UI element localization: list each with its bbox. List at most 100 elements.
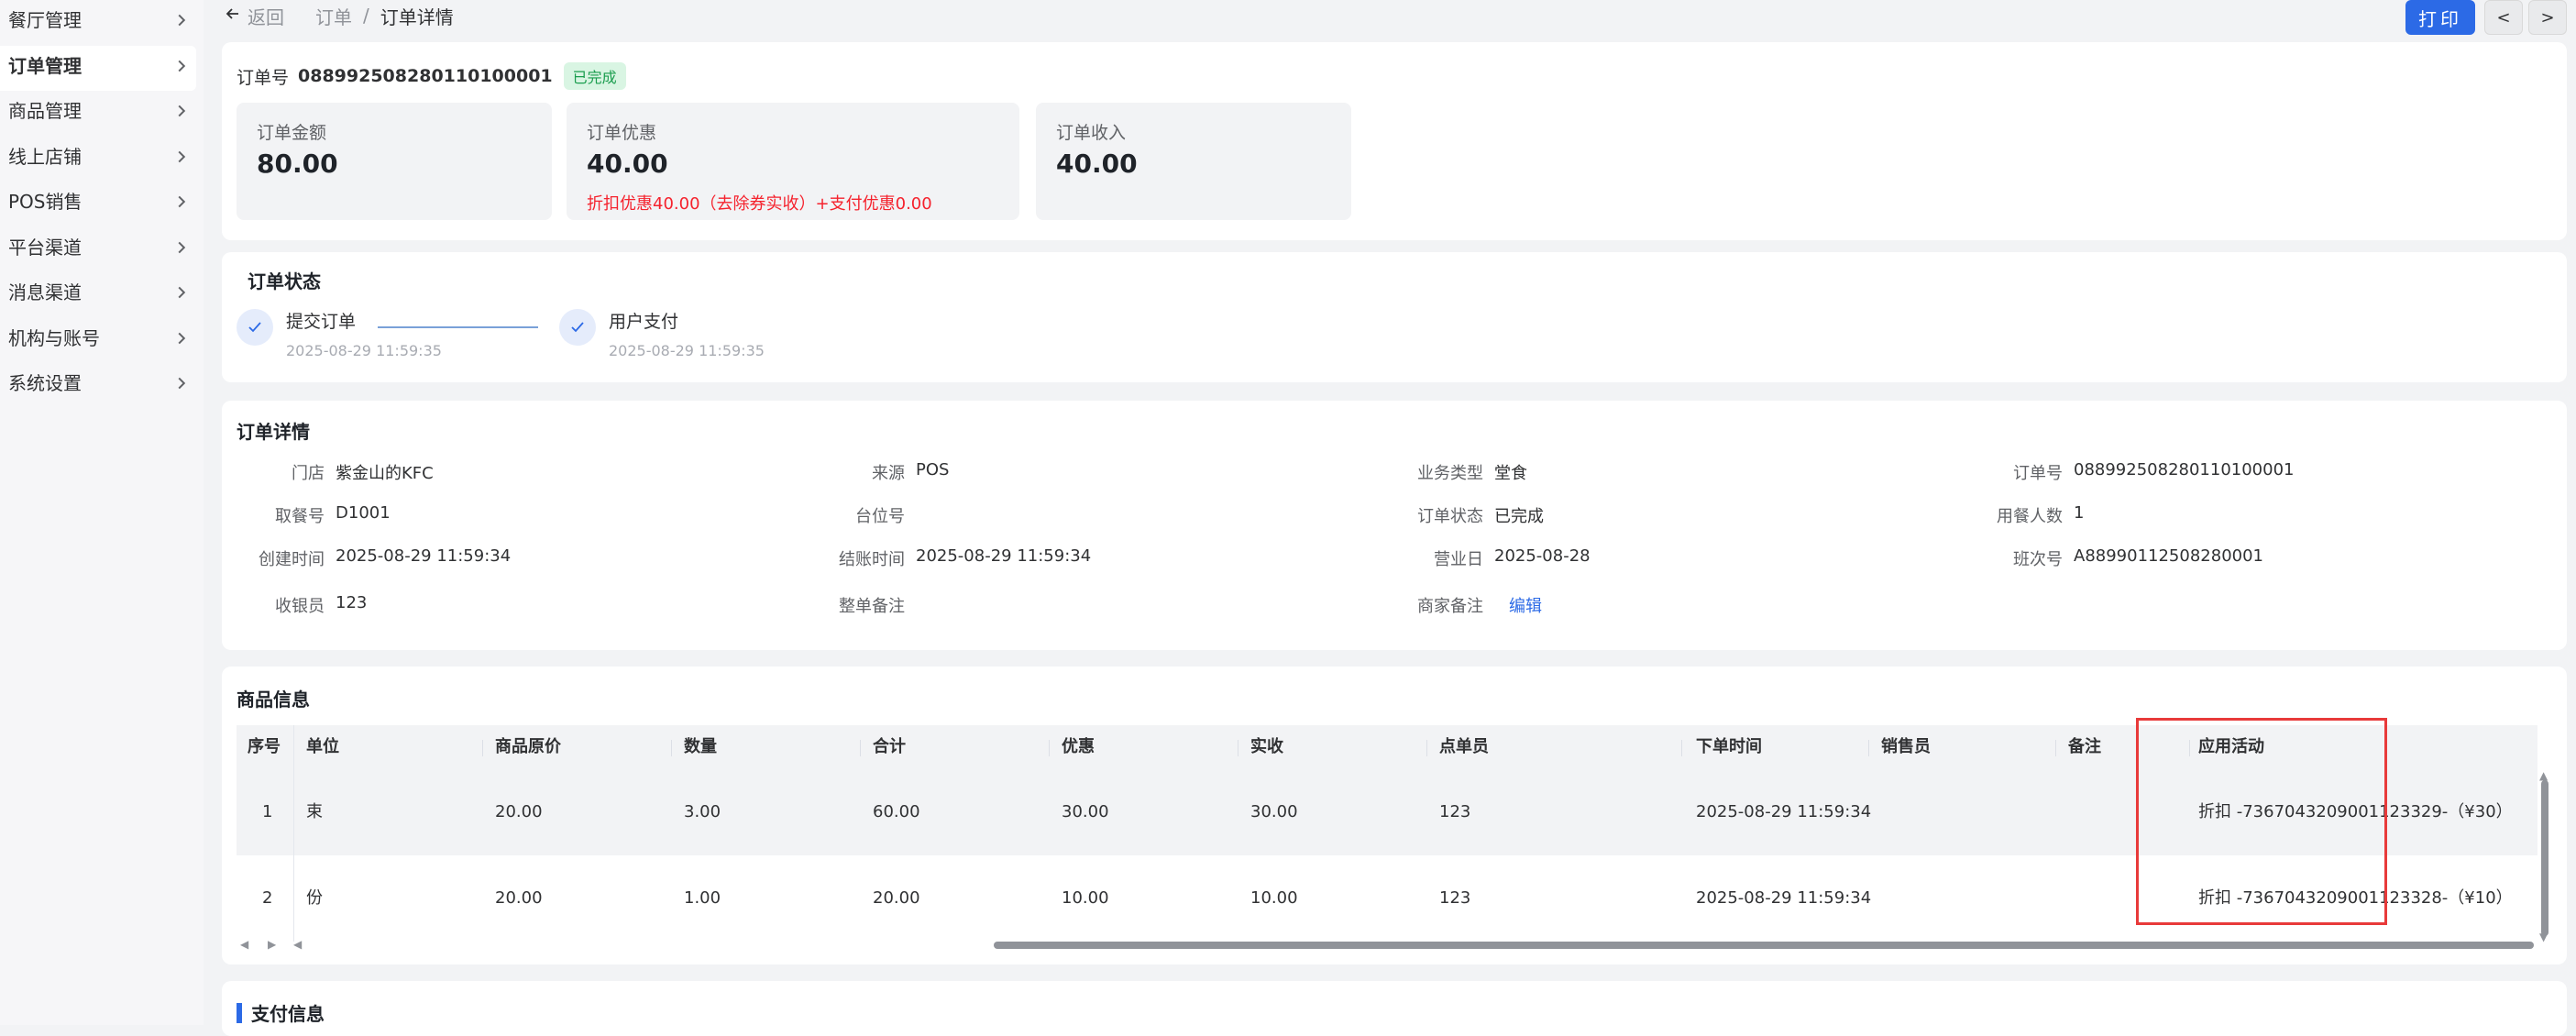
order-summary-card: 订单号 088992508280110100001 已完成 订单金额 80.00… xyxy=(222,42,2567,240)
discount-breakdown: 折扣优惠40.00（去除券实收）+支付优惠0.00 xyxy=(587,194,932,214)
detail-checkout-time: 结账时间 2025-08-29 11:59:34 xyxy=(839,546,1092,569)
sidebar-item-label: 商品管理 xyxy=(8,100,82,122)
detail-table-no: 台位号 xyxy=(855,507,905,526)
breadcrumb-current: 订单详情 xyxy=(380,6,454,28)
edit-remark-link[interactable]: 编辑 xyxy=(1509,593,1542,617)
detail-order-remark: 整单备注 xyxy=(839,597,905,616)
breadcrumb-separator: / xyxy=(363,5,369,27)
section-title: 订单状态 xyxy=(248,270,321,292)
back-button[interactable]: 返回 xyxy=(224,2,284,29)
detail-cashier: 收银员 123 xyxy=(275,593,368,616)
scroll-down-icon[interactable]: ▼ xyxy=(2539,931,2548,943)
column-header: 合计 xyxy=(873,737,906,756)
section-title: 支付信息 xyxy=(237,999,325,1026)
column-divider xyxy=(1049,740,1050,756)
step-time: 2025-08-29 11:59:35 xyxy=(286,342,442,359)
chevron-right-icon xyxy=(172,91,191,131)
stat-value: 40.00 xyxy=(1056,149,1138,179)
vertical-scrollbar[interactable] xyxy=(2541,780,2548,936)
fixed-column-divider xyxy=(293,725,294,942)
stat-title: 订单收入 xyxy=(1056,123,1127,143)
column-header: 点单员 xyxy=(1439,737,1489,756)
order-number-label: 订单号 xyxy=(237,67,290,88)
sidebar-item-orders[interactable]: 订单管理 xyxy=(0,45,196,91)
arrow-left-icon xyxy=(224,5,242,28)
detail-created-time: 创建时间 2025-08-29 11:59:34 xyxy=(259,546,512,569)
step-name: 提交订单 xyxy=(286,312,357,332)
sidebar-item-restaurant[interactable]: 餐厅管理 xyxy=(0,0,204,46)
breadcrumb-root[interactable]: 订单 xyxy=(315,3,352,29)
sidebar-item-online-store[interactable]: 线上店铺 xyxy=(0,137,204,182)
column-divider xyxy=(1868,740,1869,756)
sidebar-item-label: 机构与账号 xyxy=(8,326,100,349)
order-number-value: 088992508280110100001 xyxy=(298,66,553,86)
sidebar-item-label: 平台渠道 xyxy=(8,236,82,259)
column-header: 单位 xyxy=(306,737,339,756)
step-submit-order: 提交订单 2025-08-29 11:59:35 xyxy=(237,309,442,359)
section-title: 订单详情 xyxy=(237,421,310,443)
column-divider xyxy=(1426,740,1427,756)
detail-business-day: 营业日 2025-08-28 xyxy=(1434,546,1591,569)
sidebar-item-system-settings[interactable]: 系统设置 xyxy=(0,363,204,409)
column-divider xyxy=(860,740,861,756)
stat-value: 40.00 xyxy=(587,149,668,179)
sidebar-item-org-accounts[interactable]: 机构与账号 xyxy=(0,318,204,364)
column-header: 优惠 xyxy=(1062,737,1095,756)
sidebar-item-products[interactable]: 商品管理 xyxy=(0,91,204,137)
sidebar-item-label: 订单管理 xyxy=(8,54,82,77)
horizontal-scrollbar[interactable] xyxy=(994,942,2534,949)
detail-store: 门店 紫金山的KFC xyxy=(292,464,434,483)
sidebar-item-message-channels[interactable]: 消息渠道 xyxy=(0,272,204,318)
check-icon xyxy=(237,309,273,346)
check-icon xyxy=(559,309,596,346)
detail-merchant-remark: 商家备注 编辑 xyxy=(1377,593,1542,617)
section-title: 商品信息 xyxy=(237,689,310,711)
column-header: 销售员 xyxy=(1881,737,1931,756)
stat-value: 80.00 xyxy=(257,149,338,179)
stat-title: 订单优惠 xyxy=(587,123,657,143)
print-button[interactable]: 打印 xyxy=(2405,0,2475,35)
chevron-right-icon xyxy=(172,46,191,86)
detail-shift-no: 班次号 A88990112508280001 xyxy=(2013,546,2263,569)
payment-info-card: 支付信息 xyxy=(222,981,2567,1036)
status-badge: 已完成 xyxy=(563,62,626,90)
sidebar-item-pos-sales[interactable]: POS销售 xyxy=(0,182,204,227)
scroll-left-icon[interactable]: ◀ xyxy=(293,938,302,951)
detail-pickup-no: 取餐号 D1001 xyxy=(275,503,391,526)
detail-business-type: 业务类型 堂食 xyxy=(1417,464,1527,483)
stat-order-amount: 订单金额 80.00 xyxy=(237,103,552,220)
scroll-up-icon[interactable]: ▲ xyxy=(2539,769,2548,782)
sidebar-item-platform-channels[interactable]: 平台渠道 xyxy=(0,227,204,273)
topbar: 返回 订单 / 订单详情 打印 < > xyxy=(204,0,2576,42)
scroll-right-icon[interactable]: ▶ xyxy=(268,938,276,951)
prev-button[interactable]: < xyxy=(2484,0,2523,35)
sidebar-item-label: 系统设置 xyxy=(8,372,82,394)
column-divider xyxy=(2055,740,2056,756)
chevron-right-icon xyxy=(172,318,191,358)
stat-order-discount: 订单优惠 40.00 折扣优惠40.00（去除券实收）+支付优惠0.00 xyxy=(567,103,1019,220)
stat-title: 订单金额 xyxy=(257,123,327,143)
scroll-left-icon[interactable]: ◀ xyxy=(240,938,248,951)
goods-info-card: 商品信息 序号 单位 商品原价 数量 合计 优惠 实收 点单员 下单时间 销售员… xyxy=(222,667,2567,964)
chevron-right-icon xyxy=(172,137,191,177)
sidebar-item-label: POS销售 xyxy=(8,191,83,213)
chevron-right-icon xyxy=(172,272,191,313)
title-accent-bar xyxy=(237,1002,242,1023)
detail-order-no: 订单号 088992508280110100001 xyxy=(2013,460,2295,483)
back-label: 返回 xyxy=(248,6,284,28)
order-detail-card: 订单详情 门店 紫金山的KFC 来源 POS 业务类型 堂食 订单号 08899… xyxy=(222,401,2567,650)
detail-order-status: 订单状态 已完成 xyxy=(1417,507,1544,526)
breadcrumb: 订单 / 订单详情 xyxy=(315,2,454,29)
order-number: 订单号 088992508280110100001 已完成 xyxy=(237,62,626,90)
column-header: 商品原价 xyxy=(495,737,561,756)
step-name: 用户支付 xyxy=(609,312,679,332)
sidebar-item-label: 消息渠道 xyxy=(8,281,82,303)
chevron-right-icon xyxy=(172,363,191,403)
chevron-right-icon xyxy=(172,0,191,40)
next-button[interactable]: > xyxy=(2528,0,2567,35)
highlight-box xyxy=(2136,718,2387,925)
step-time: 2025-08-29 11:59:35 xyxy=(609,342,765,359)
sidebar-item-label: 线上店铺 xyxy=(8,145,82,168)
order-status-card: 订单状态 提交订单 2025-08-29 11:59:35 用户支付 2025-… xyxy=(222,252,2567,382)
column-header: 下单时间 xyxy=(1696,737,1762,756)
